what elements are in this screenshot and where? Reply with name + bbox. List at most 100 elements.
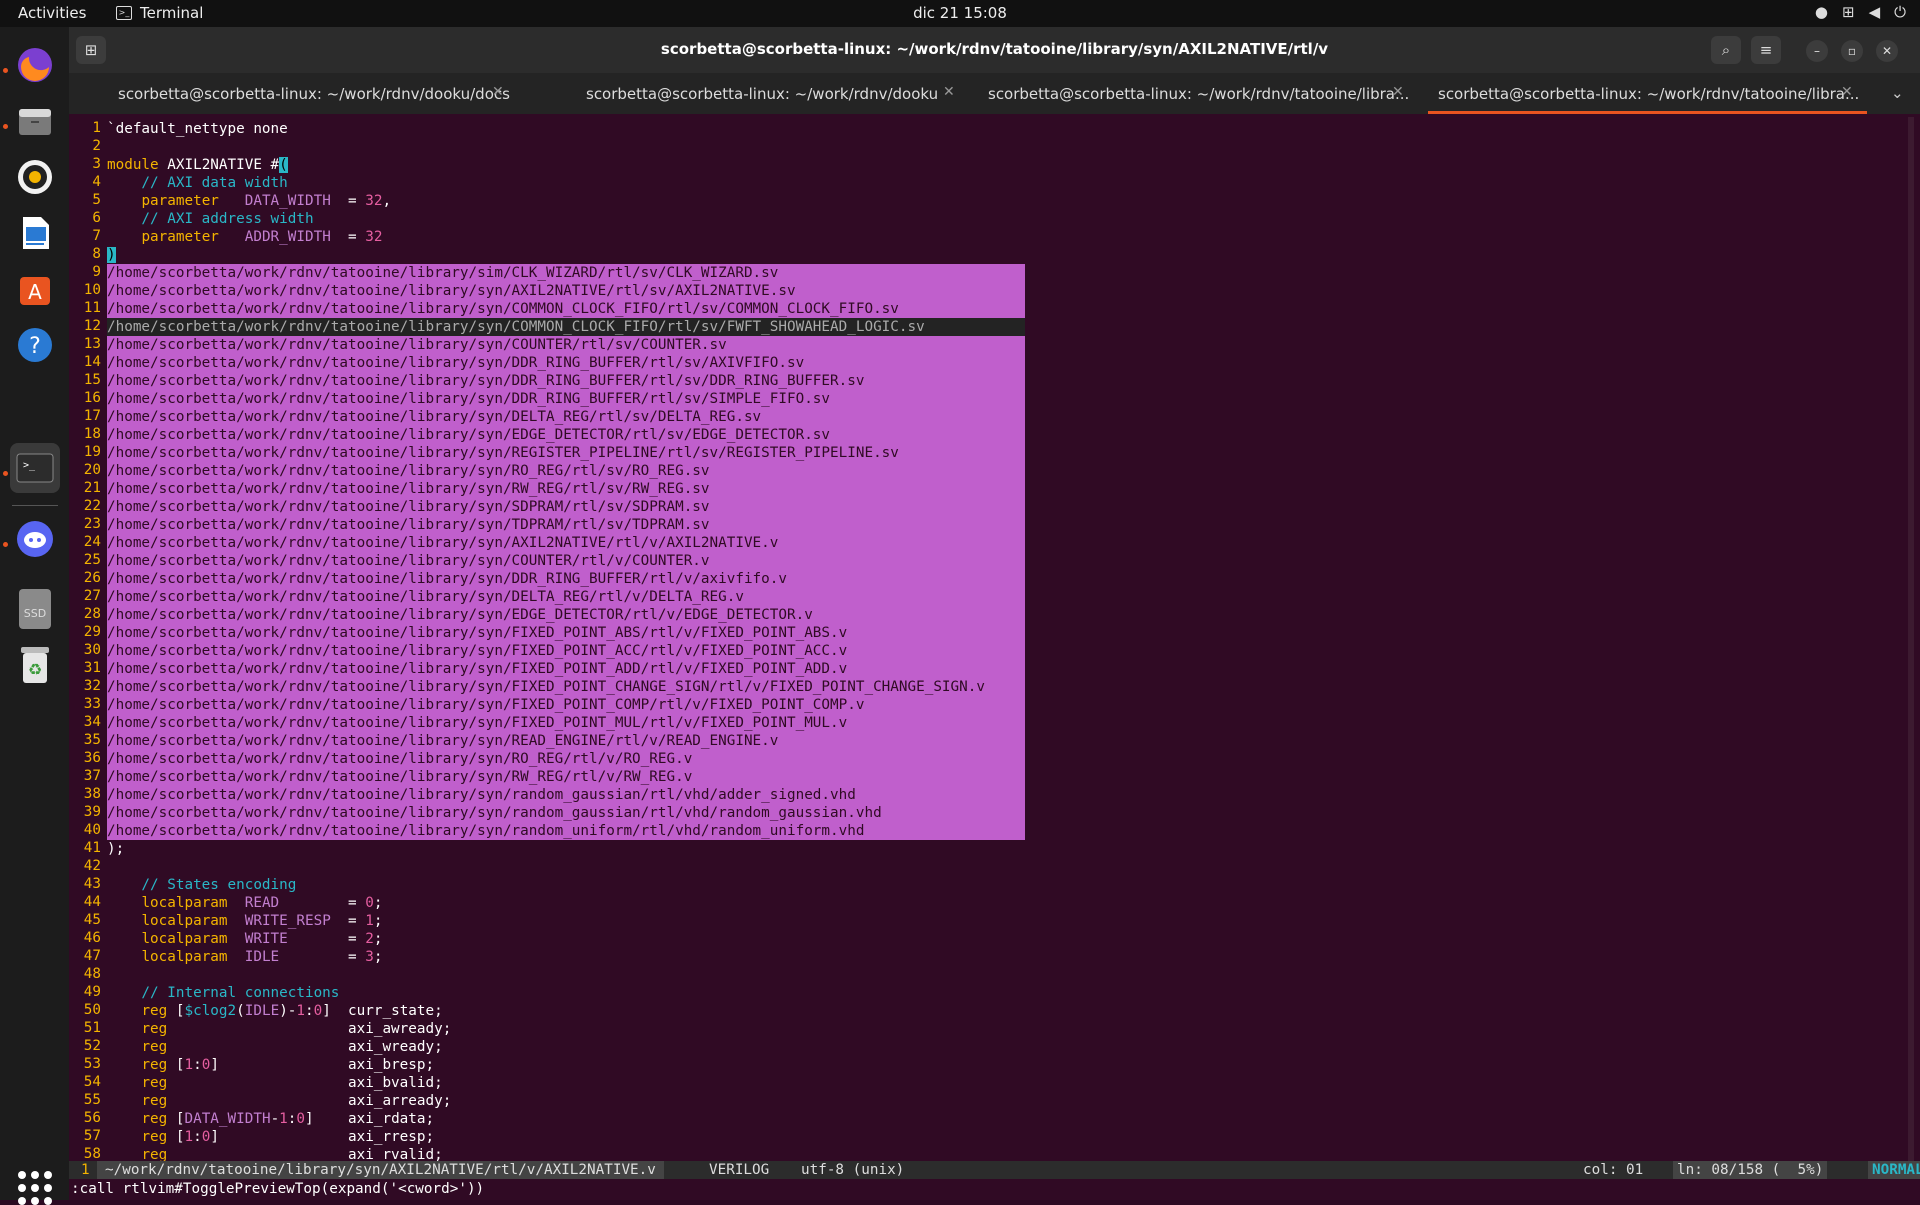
tab-2[interactable]: scorbetta@scorbetta-linux: ~/work/rdnv/d… (519, 73, 969, 114)
code-line[interactable]: reg axi_wready; (107, 1038, 442, 1056)
tab-close-icon[interactable]: ✕ (1841, 84, 1853, 100)
code-line[interactable]: /home/scorbetta/work/rdnv/tatooine/libra… (107, 444, 1025, 462)
code-line[interactable]: /home/scorbetta/work/rdnv/tatooine/libra… (107, 588, 1025, 606)
activities-button[interactable]: Activities (18, 4, 86, 22)
code-line[interactable]: reg [$clog2(IDLE)-1:0] curr_state; (107, 1002, 442, 1020)
status-mode: NORMAL (1868, 1161, 1920, 1179)
code-line[interactable]: /home/scorbetta/work/rdnv/tatooine/libra… (107, 696, 1025, 714)
svg-text:?: ? (29, 334, 41, 359)
code-line[interactable]: /home/scorbetta/work/rdnv/tatooine/libra… (107, 786, 1025, 804)
code-line[interactable]: /home/scorbetta/work/rdnv/tatooine/libra… (107, 390, 1025, 408)
code-line[interactable]: /home/scorbetta/work/rdnv/tatooine/libra… (107, 822, 1025, 840)
code-line[interactable]: /home/scorbetta/work/rdnv/tatooine/libra… (107, 354, 1025, 372)
minimize-button[interactable]: – (1806, 40, 1828, 62)
line-number: 15 (83, 372, 101, 388)
line-number: 53 (83, 1056, 101, 1072)
code-line[interactable]: /home/scorbetta/work/rdnv/tatooine/libra… (107, 570, 1025, 588)
tab-close-icon[interactable]: ✕ (1392, 84, 1404, 100)
code-line[interactable]: /home/scorbetta/work/rdnv/tatooine/libra… (107, 480, 1025, 498)
code-line[interactable]: /home/scorbetta/work/rdnv/tatooine/libra… (107, 732, 1025, 750)
help-icon[interactable]: ? (10, 320, 60, 370)
menu-button[interactable]: ≡ (1751, 36, 1781, 64)
clock[interactable]: dic 21 15:08 (0, 4, 1920, 22)
network-icon[interactable]: ⊞ (1842, 3, 1855, 21)
search-button[interactable]: ⌕ (1711, 36, 1741, 64)
code-line[interactable]: localparam WRITE_RESP = 1; (107, 912, 382, 930)
power-icon[interactable]: ⏻ (1894, 3, 1906, 21)
code-line[interactable]: /home/scorbetta/work/rdnv/tatooine/libra… (107, 498, 1025, 516)
writer-icon[interactable] (10, 208, 60, 258)
rhythmbox-icon[interactable] (10, 152, 60, 202)
files-icon[interactable] (10, 96, 60, 146)
tab-4-active[interactable]: scorbetta@scorbetta-linux: ~/work/rdnv/t… (1428, 73, 1867, 114)
code-line[interactable]: /home/scorbetta/work/rdnv/tatooine/libra… (107, 426, 1025, 444)
ssd-icon[interactable]: SSD (10, 584, 60, 634)
line-number: 20 (83, 462, 101, 478)
code-line[interactable]: reg axi_arready; (107, 1092, 451, 1110)
discord-tray-icon[interactable]: ● (1815, 3, 1828, 21)
line-number: 26 (83, 570, 101, 586)
code-line[interactable]: ); (107, 840, 124, 858)
code-line[interactable]: /home/scorbetta/work/rdnv/tatooine/libra… (107, 264, 1025, 282)
line-number: 23 (83, 516, 101, 532)
tab-3[interactable]: scorbetta@scorbetta-linux: ~/work/rdnv/t… (969, 73, 1419, 114)
code-line[interactable]: /home/scorbetta/work/rdnv/tatooine/libra… (107, 282, 1025, 300)
code-line[interactable]: reg [1:0] axi_bresp; (107, 1056, 434, 1074)
line-number: 28 (83, 606, 101, 622)
code-line[interactable]: /home/scorbetta/work/rdnv/tatooine/libra… (107, 534, 1025, 552)
code-line[interactable]: reg [DATA_WIDTH-1:0] axi_rdata; (107, 1110, 434, 1128)
trash-icon[interactable]: ♻ (10, 640, 60, 690)
code-line[interactable]: // AXI data width (107, 174, 287, 192)
code-line[interactable]: module AXIL2NATIVE #( (107, 156, 288, 174)
code-line[interactable]: /home/scorbetta/work/rdnv/tatooine/libra… (107, 750, 1025, 768)
code-line[interactable]: /home/scorbetta/work/rdnv/tatooine/libra… (107, 606, 1025, 624)
vim-cmdline[interactable]: :call rtlvim#TogglePreviewTop(expand('<c… (69, 1179, 1920, 1199)
code-line[interactable]: reg axi_bvalid; (107, 1074, 442, 1092)
code-line[interactable]: /home/scorbetta/work/rdnv/tatooine/libra… (107, 804, 1025, 822)
code-line[interactable]: parameter DATA_WIDTH = 32, (107, 192, 391, 210)
code-line[interactable]: /home/scorbetta/work/rdnv/tatooine/libra… (107, 768, 1025, 786)
code-line[interactable]: /home/scorbetta/work/rdnv/tatooine/libra… (107, 408, 1025, 426)
vim-statusline: 1 ~/work/rdnv/tatooine/library/syn/AXIL2… (69, 1161, 1920, 1179)
line-number: 54 (83, 1074, 101, 1090)
code-line[interactable]: /home/scorbetta/work/rdnv/tatooine/libra… (107, 300, 1025, 318)
line-number: 35 (83, 732, 101, 748)
code-line[interactable]: reg axi_awready; (107, 1020, 451, 1038)
code-line[interactable]: /home/scorbetta/work/rdnv/tatooine/libra… (107, 336, 1025, 354)
discord-icon[interactable] (10, 514, 60, 564)
close-button[interactable]: ✕ (1876, 40, 1898, 62)
tab-overflow-chevron-icon[interactable]: ⌄ (1891, 84, 1904, 102)
code-line[interactable]: /home/scorbetta/work/rdnv/tatooine/libra… (107, 678, 1025, 696)
tab-1[interactable]: scorbetta@scorbetta-linux: ~/work/rdnv/d… (69, 73, 519, 114)
code-line[interactable]: localparam IDLE = 3; (107, 948, 382, 966)
code-line[interactable]: parameter ADDR_WIDTH = 32 (107, 228, 382, 246)
code-line[interactable]: /home/scorbetta/work/rdnv/tatooine/libra… (107, 714, 1025, 732)
code-line[interactable]: /home/scorbetta/work/rdnv/tatooine/libra… (107, 462, 1025, 480)
code-line[interactable]: /home/scorbetta/work/rdnv/tatooine/libra… (107, 624, 1025, 642)
code-line[interactable]: /home/scorbetta/work/rdnv/tatooine/libra… (107, 516, 1025, 534)
volume-icon[interactable]: ◀ (1869, 3, 1881, 21)
code-line[interactable]: /home/scorbetta/work/rdnv/tatooine/libra… (107, 318, 1025, 336)
code-line[interactable]: localparam READ = 0; (107, 894, 382, 912)
code-line[interactable]: localparam WRITE = 2; (107, 930, 382, 948)
code-line[interactable]: /home/scorbetta/work/rdnv/tatooine/libra… (107, 660, 1025, 678)
code-line[interactable]: /home/scorbetta/work/rdnv/tatooine/libra… (107, 642, 1025, 660)
maximize-button[interactable]: ▫ (1841, 40, 1863, 62)
terminal-icon[interactable]: >_ (10, 443, 60, 493)
code-line[interactable]: /home/scorbetta/work/rdnv/tatooine/libra… (107, 552, 1025, 570)
firefox-icon[interactable] (10, 40, 60, 90)
code-line[interactable]: // AXI address width (107, 210, 313, 228)
window-titlebar[interactable]: ⊞ scorbetta@scorbetta-linux: ~/work/rdnv… (69, 27, 1920, 73)
scrollbar[interactable] (1908, 117, 1914, 1174)
code-line[interactable]: /home/scorbetta/work/rdnv/tatooine/libra… (107, 372, 1025, 390)
code-line[interactable]: `default_nettype none (107, 120, 288, 138)
system-tray[interactable]: ● ⊞ ◀ ⏻ (1815, 3, 1906, 21)
tab-close-icon[interactable]: ✕ (943, 84, 955, 100)
code-line[interactable]: // Internal connections (107, 984, 339, 1002)
code-line[interactable]: // States encoding (107, 876, 296, 894)
code-line[interactable]: reg [1:0] axi_rresp; (107, 1128, 434, 1146)
tab-close-icon[interactable]: ✕ (492, 84, 504, 100)
software-center-icon[interactable]: A (10, 264, 60, 314)
app-menu[interactable]: >_ Terminal (116, 4, 203, 22)
code-line[interactable]: ) (107, 246, 116, 264)
